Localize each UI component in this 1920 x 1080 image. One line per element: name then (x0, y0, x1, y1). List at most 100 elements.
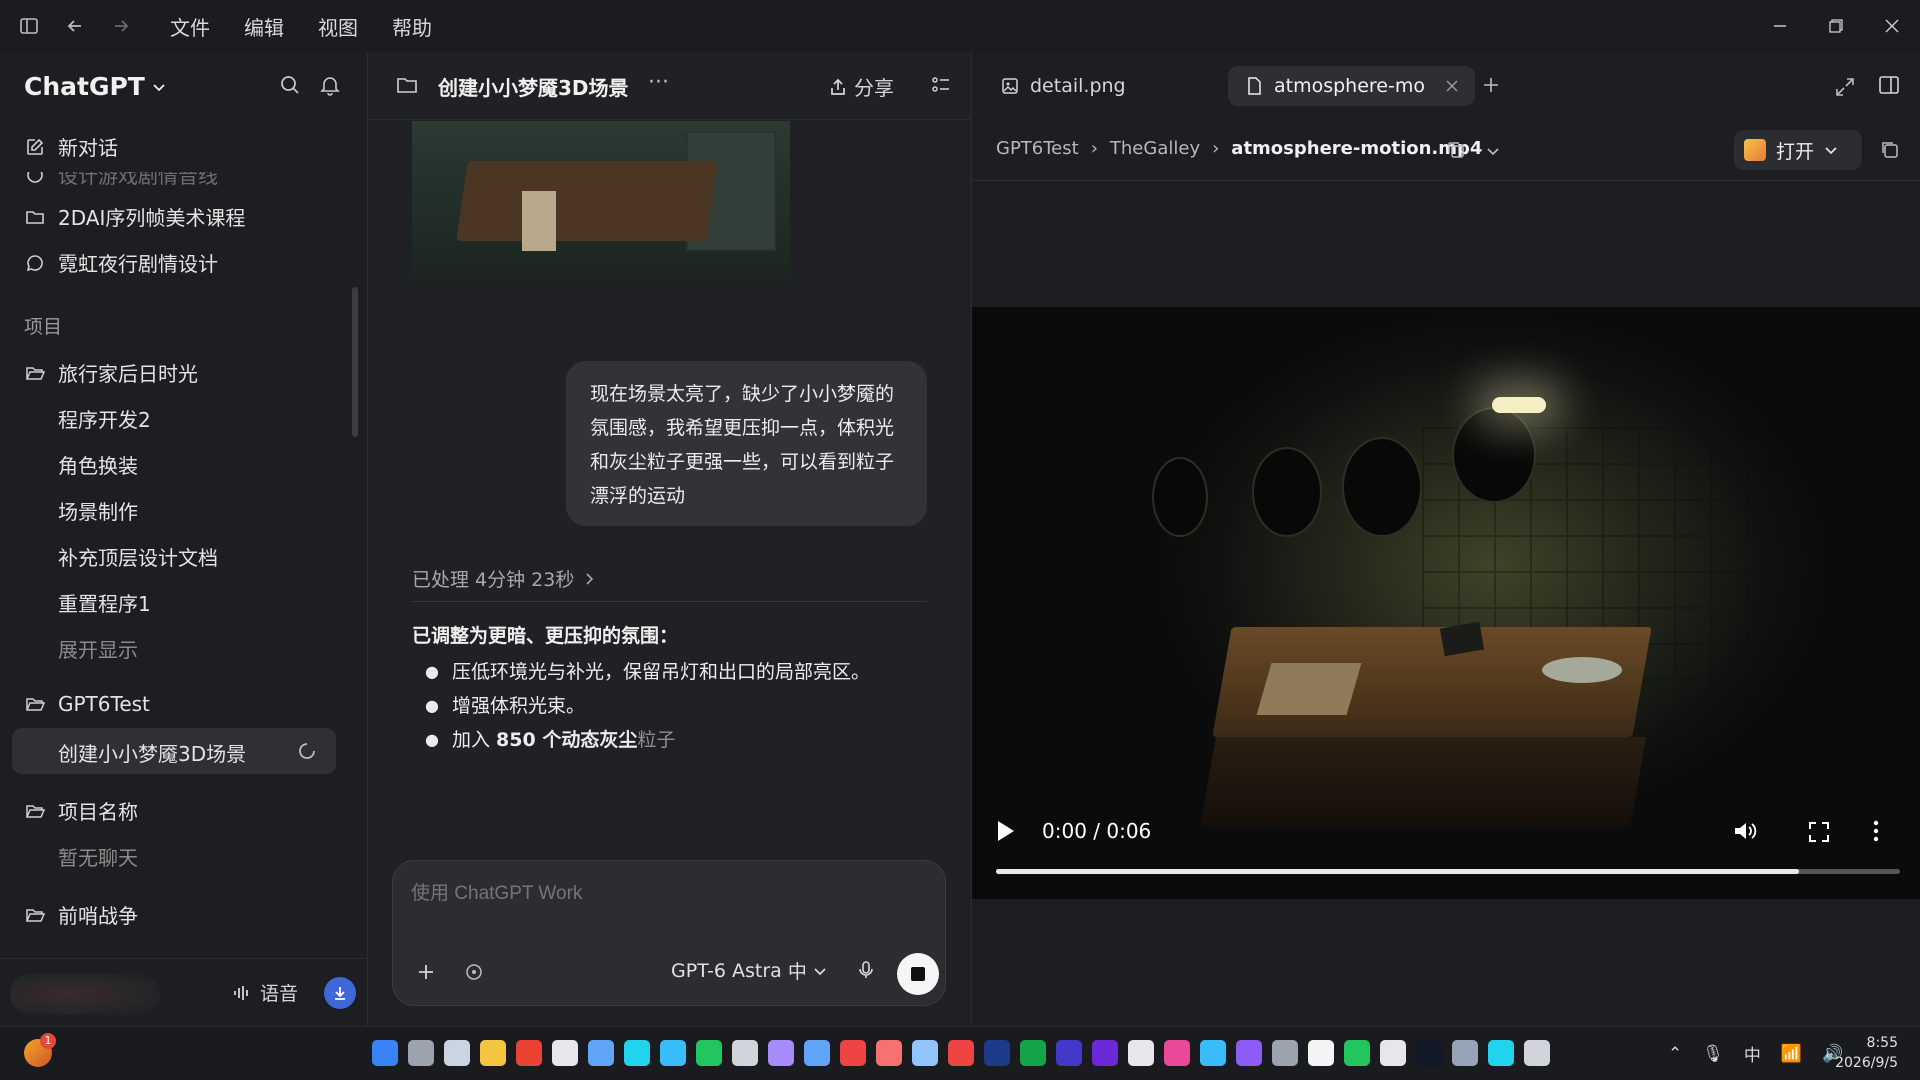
taskbar-app-icon[interactable] (876, 1040, 902, 1066)
microphone-tray-icon[interactable]: 🎙 (1702, 1044, 1724, 1064)
search-icon[interactable] (279, 74, 301, 96)
play-icon[interactable] (994, 819, 1016, 843)
brand-switcher[interactable]: ChatGPT (24, 72, 167, 101)
system-clock[interactable]: 8:55 2026/9/5 (1835, 1033, 1898, 1073)
stop-generation-button[interactable] (897, 953, 939, 995)
project-traveler[interactable]: 旅行家后日时光 (24, 358, 198, 387)
taskbar-app-icon[interactable] (1452, 1040, 1478, 1066)
voice-button[interactable]: 语音 (232, 979, 298, 1006)
taskbar-app-icon[interactable] (732, 1040, 758, 1066)
project-name-item[interactable]: 项目名称 (24, 796, 138, 825)
breadcrumb-item[interactable]: GPT6Test (996, 138, 1079, 159)
microphone-icon[interactable] (855, 959, 877, 981)
new-tab-icon[interactable] (1480, 74, 1502, 96)
taskbar-app-icon[interactable] (1164, 1040, 1190, 1066)
chat-messages[interactable]: 现在场景太亮了，缺少了小小梦魇的氛围感，我希望更压抑一点，体积光和灰尘粒子更强一… (368, 121, 972, 881)
open-with-button[interactable]: 打开 (1734, 130, 1862, 170)
processed-time-toggle[interactable]: 已处理 4分钟 23秒 (412, 565, 596, 592)
restore-button[interactable] (1808, 0, 1864, 52)
model-selector[interactable]: GPT-6 Astra 中 (671, 957, 827, 984)
panel-toggle-icon[interactable] (1878, 74, 1900, 96)
menu-view[interactable]: 视图 (304, 6, 372, 47)
share-button[interactable]: 分享 (828, 72, 894, 101)
fullscreen-icon[interactable] (1808, 821, 1830, 843)
taskbar-app-icon[interactable] (624, 1040, 650, 1066)
message-input[interactable] (411, 883, 911, 905)
project-outpost[interactable]: 前哨战争 (24, 900, 138, 929)
new-chat-button[interactable]: 新对话 (24, 132, 118, 161)
back-arrow-icon[interactable] (58, 9, 92, 43)
wifi-icon[interactable]: 📶 (1781, 1044, 1802, 1064)
taskbar-app-icon[interactable] (1416, 1040, 1442, 1066)
user-avatar-blurred[interactable] (10, 973, 160, 1015)
taskbar-app-icon[interactable] (516, 1040, 542, 1066)
taskbar-app-icon[interactable] (1308, 1040, 1334, 1066)
minimize-button[interactable] (1752, 0, 1808, 52)
video-progress-bar[interactable] (996, 869, 1900, 874)
menu-help[interactable]: 帮助 (378, 6, 446, 47)
bell-icon[interactable] (319, 74, 341, 96)
sidebar-item-cut[interactable]: 设计游戏剧情音线 (24, 172, 218, 189)
taskbar-app-icon[interactable] (552, 1040, 578, 1066)
ime-indicator[interactable]: 中 (1744, 1041, 1761, 1066)
more-vertical-icon[interactable] (1872, 819, 1880, 843)
expand-icon[interactable] (1834, 76, 1856, 98)
taskbar-app-icon[interactable] (1128, 1040, 1154, 1066)
copy-icon[interactable] (1446, 140, 1466, 160)
video-player[interactable]: 0:00 / 0:06 (972, 307, 1920, 899)
taskbar-app-icon[interactable] (1056, 1040, 1082, 1066)
sidebar-scrollbar[interactable] (352, 287, 358, 437)
sidebar-item-course[interactable]: 2DAI序列帧美术课程 (24, 202, 245, 231)
taskbar-app-icon[interactable] (1236, 1040, 1262, 1066)
taskbar-app-icon[interactable] (696, 1040, 722, 1066)
sidebar-scroll-list[interactable]: 设计游戏剧情音线 2DAI序列帧美术课程 霓虹夜行剧情设计 项目 旅行家后日时光… (0, 172, 367, 952)
menu-file[interactable]: 文件 (156, 6, 224, 47)
attach-tool-icon[interactable] (463, 961, 485, 983)
expand-more-link[interactable]: 展开显示 (58, 634, 138, 663)
taskbar-app-icon[interactable] (372, 1040, 398, 1066)
plus-icon[interactable] (415, 961, 437, 983)
taskbar-app-icon[interactable] (840, 1040, 866, 1066)
taskbar-app-icon[interactable] (588, 1040, 614, 1066)
chevron-up-icon[interactable]: ⌃ (1668, 1044, 1682, 1064)
list-icon[interactable] (930, 74, 952, 96)
close-icon[interactable] (1445, 79, 1459, 93)
taskbar-app-icon[interactable] (660, 1040, 686, 1066)
taskbar-app-icon[interactable] (768, 1040, 794, 1066)
taskbar-app-icon[interactable] (1272, 1040, 1298, 1066)
taskbar-app-icon[interactable] (1020, 1040, 1046, 1066)
taskbar-app-icon[interactable] (1200, 1040, 1226, 1066)
taskbar-app-icon[interactable] (480, 1040, 506, 1066)
taskbar-app-icon[interactable] (1344, 1040, 1370, 1066)
download-button[interactable] (324, 977, 356, 1009)
taskbar-app-icon[interactable] (804, 1040, 830, 1066)
volume-icon[interactable] (1732, 819, 1758, 843)
sidebar-item-scene[interactable]: 场景制作 (58, 496, 138, 525)
breadcrumb-item[interactable]: TheGalley (1110, 138, 1200, 159)
taskbar-app-icon[interactable] (1380, 1040, 1406, 1066)
sidebar-item-costume[interactable]: 角色换装 (58, 450, 138, 479)
menu-edit[interactable]: 编辑 (230, 6, 298, 47)
close-button[interactable] (1864, 0, 1920, 52)
taskbar-app-icon[interactable] (948, 1040, 974, 1066)
scene-thumbnail-image[interactable] (412, 121, 790, 283)
project-gpt6test[interactable]: GPT6Test (24, 692, 150, 716)
taskbar-app-icon[interactable] (912, 1040, 938, 1066)
taskbar-app-icon[interactable] (408, 1040, 434, 1066)
tab-detail-png[interactable]: detail.png (984, 66, 1142, 106)
sidebar-item-neon[interactable]: 霓虹夜行剧情设计 (24, 248, 218, 277)
more-options-button[interactable]: ··· (648, 70, 669, 95)
chevron-down-icon[interactable] (1486, 144, 1500, 158)
taskbar-app-icon[interactable] (984, 1040, 1010, 1066)
tab-atmosphere-motion[interactable]: atmosphere-mo (1228, 66, 1475, 106)
taskbar-app-icon[interactable] (444, 1040, 470, 1066)
sidebar-toggle-icon[interactable] (12, 9, 46, 43)
sidebar-item-reset1[interactable]: 重置程序1 (58, 588, 151, 617)
forward-arrow-icon[interactable] (104, 9, 138, 43)
duplicate-window-icon[interactable] (1880, 140, 1900, 160)
taskbar-app-icon[interactable] (1488, 1040, 1514, 1066)
sidebar-item-design-doc[interactable]: 补充顶层设计文档 (58, 542, 218, 571)
taskbar-app-icon[interactable] (1524, 1040, 1550, 1066)
taskbar-app-icon[interactable] (1092, 1040, 1118, 1066)
sidebar-item-program2[interactable]: 程序开发2 (58, 404, 151, 433)
